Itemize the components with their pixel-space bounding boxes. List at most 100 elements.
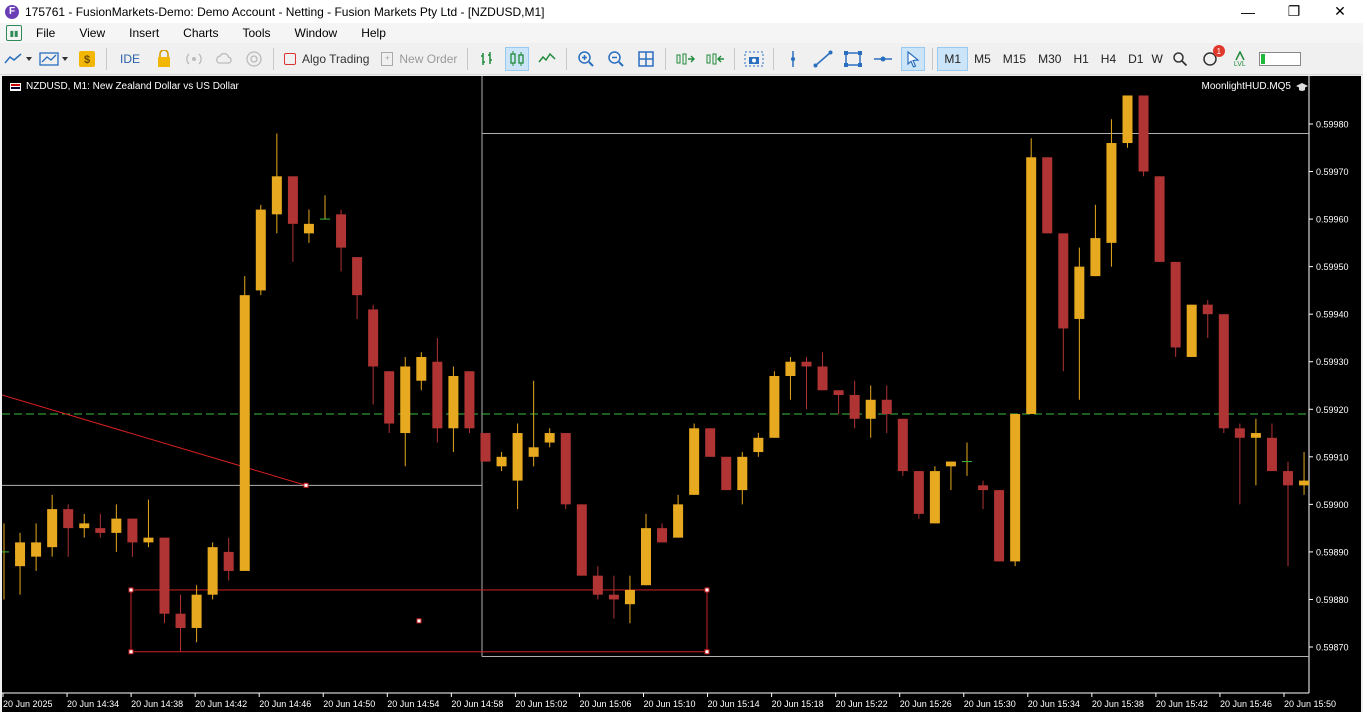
candle-body [239, 295, 250, 571]
candle-body [592, 575, 603, 595]
price-tick-label: 0.59890 [1316, 547, 1349, 557]
menu-view[interactable]: View [67, 26, 117, 40]
timeframe-m15[interactable]: M15 [997, 47, 1032, 71]
line-chart-dropdown-icon[interactable] [3, 47, 33, 71]
chart-symbol-label: NZDUSD, M1: New Zealand Dollar vs US Dol… [26, 81, 239, 92]
time-tick-label: 20 Jun 14:46 [259, 699, 311, 709]
candlestick-chart-icon[interactable] [505, 47, 530, 71]
timeframe-m1[interactable]: M1 [937, 47, 969, 71]
candle-body [255, 209, 266, 291]
time-tick-label: 20 Jun 15:18 [772, 699, 824, 709]
candle-body [913, 471, 924, 514]
candle-body [978, 485, 989, 491]
time-tick-label: 20 Jun 15:14 [708, 699, 760, 709]
ide-button[interactable]: IDE [114, 47, 146, 71]
new-order-button[interactable]: + New Order [378, 47, 460, 71]
market-dollar-icon[interactable]: $ [75, 47, 99, 71]
signal-icon[interactable] [182, 47, 206, 71]
candle-body [159, 537, 170, 614]
chart-window[interactable]: 0.59980 0.59970 0.59960 0.59950 0.59940 0.599… [2, 76, 1361, 712]
candle-body [512, 433, 523, 481]
time-tick-label: 20 Jun 15:46 [1220, 699, 1272, 709]
minimize-button[interactable]: — [1225, 0, 1271, 23]
tile-windows-icon[interactable] [634, 47, 658, 71]
candle-body [1299, 480, 1310, 486]
rectangle-handle [128, 587, 134, 593]
menu-charts[interactable]: Charts [171, 26, 230, 40]
candle-body [1266, 437, 1277, 472]
candle-body [47, 509, 58, 548]
timeframe-d1[interactable]: D1 [1122, 47, 1149, 71]
close-button[interactable]: ✕ [1317, 0, 1363, 23]
new-order-label: New Order [399, 52, 458, 66]
price-tick-label: 0.59910 [1316, 452, 1349, 462]
time-tick-label: 20 Jun 14:50 [323, 699, 375, 709]
timeframe-m5[interactable]: M5 [968, 47, 997, 71]
time-tick-label: 20 Jun 15:38 [1092, 699, 1144, 709]
candle-body [1058, 233, 1069, 329]
candle-body [560, 433, 571, 505]
app-logo-icon: F [5, 4, 19, 19]
screenshot-icon[interactable] [742, 47, 766, 71]
price-chart[interactable]: 0.59980 0.59970 0.59960 0.59950 0.59940 0.599… [2, 76, 1361, 712]
line-chart-icon[interactable] [535, 47, 559, 71]
document-icon[interactable]: ▮▮ [6, 25, 22, 41]
timeframe-h4[interactable]: H4 [1095, 47, 1122, 71]
zoom-out-icon[interactable] [604, 47, 628, 71]
candle-body [223, 551, 234, 571]
candle-body [929, 471, 940, 524]
candle-body [1090, 238, 1101, 277]
maximize-button[interactable]: ❐ [1271, 0, 1317, 23]
lock-icon[interactable] [152, 47, 176, 71]
rectangle-icon[interactable] [841, 47, 865, 71]
candle-body [705, 428, 716, 457]
vertical-line-icon[interactable] [781, 47, 805, 71]
vps-icon[interactable] [242, 47, 266, 71]
signal-level-icon[interactable]: LVL [1228, 47, 1252, 71]
candle-body [1138, 95, 1149, 172]
menu-file[interactable]: File [24, 26, 67, 40]
connection-strength-bar[interactable] [1258, 52, 1301, 66]
cursor-icon[interactable] [901, 47, 926, 71]
timeframe-h1[interactable]: H1 [1067, 47, 1094, 71]
menu-help[interactable]: Help [349, 26, 398, 40]
candle-body [897, 418, 908, 472]
search-icon[interactable] [1168, 47, 1192, 71]
candle-body [303, 223, 314, 234]
window-title: 175761 - FusionMarkets-Demo: Demo Accoun… [25, 4, 545, 19]
candle-body [528, 447, 539, 457]
candle-body [881, 399, 892, 415]
menu-tools[interactable]: Tools [231, 26, 283, 40]
candle-body [271, 176, 282, 215]
candle-body [432, 361, 443, 429]
templates-dropdown-icon[interactable] [39, 47, 69, 71]
candle-body [31, 542, 42, 557]
candle-body [1154, 176, 1165, 262]
trend-line-icon[interactable] [811, 47, 835, 71]
symbol-flag-icon [10, 82, 21, 91]
algo-trading-label: Algo Trading [302, 52, 370, 66]
timeframe-w[interactable]: W [1149, 47, 1164, 71]
chart-shift-icon[interactable] [703, 47, 727, 71]
menu-insert[interactable]: Insert [117, 26, 171, 40]
candle-body [817, 366, 828, 391]
cloud-icon[interactable] [212, 47, 236, 71]
autoscroll-icon[interactable] [673, 47, 697, 71]
candle-body [641, 528, 651, 586]
bar-chart-icon[interactable] [475, 47, 499, 71]
red-trend-line [2, 394, 307, 486]
candle-body [945, 461, 956, 467]
candle-body [833, 390, 844, 396]
price-tick-label: 0.59950 [1316, 262, 1349, 272]
trend-line-handle [303, 482, 309, 488]
time-tick-label: 20 Jun 14:38 [131, 699, 183, 709]
candle-body [721, 456, 732, 491]
notifications-icon[interactable]: 1 [1198, 45, 1225, 71]
horizontal-line-icon[interactable] [871, 47, 895, 71]
menu-window[interactable]: Window [283, 26, 350, 40]
timeframe-m30[interactable]: M30 [1032, 47, 1067, 71]
algo-trading-button[interactable]: Algo Trading [281, 47, 372, 71]
time-tick-label: 20 Jun 14:34 [67, 699, 119, 709]
zoom-in-icon[interactable] [574, 47, 598, 71]
price-tick-label: 0.59920 [1316, 405, 1349, 415]
